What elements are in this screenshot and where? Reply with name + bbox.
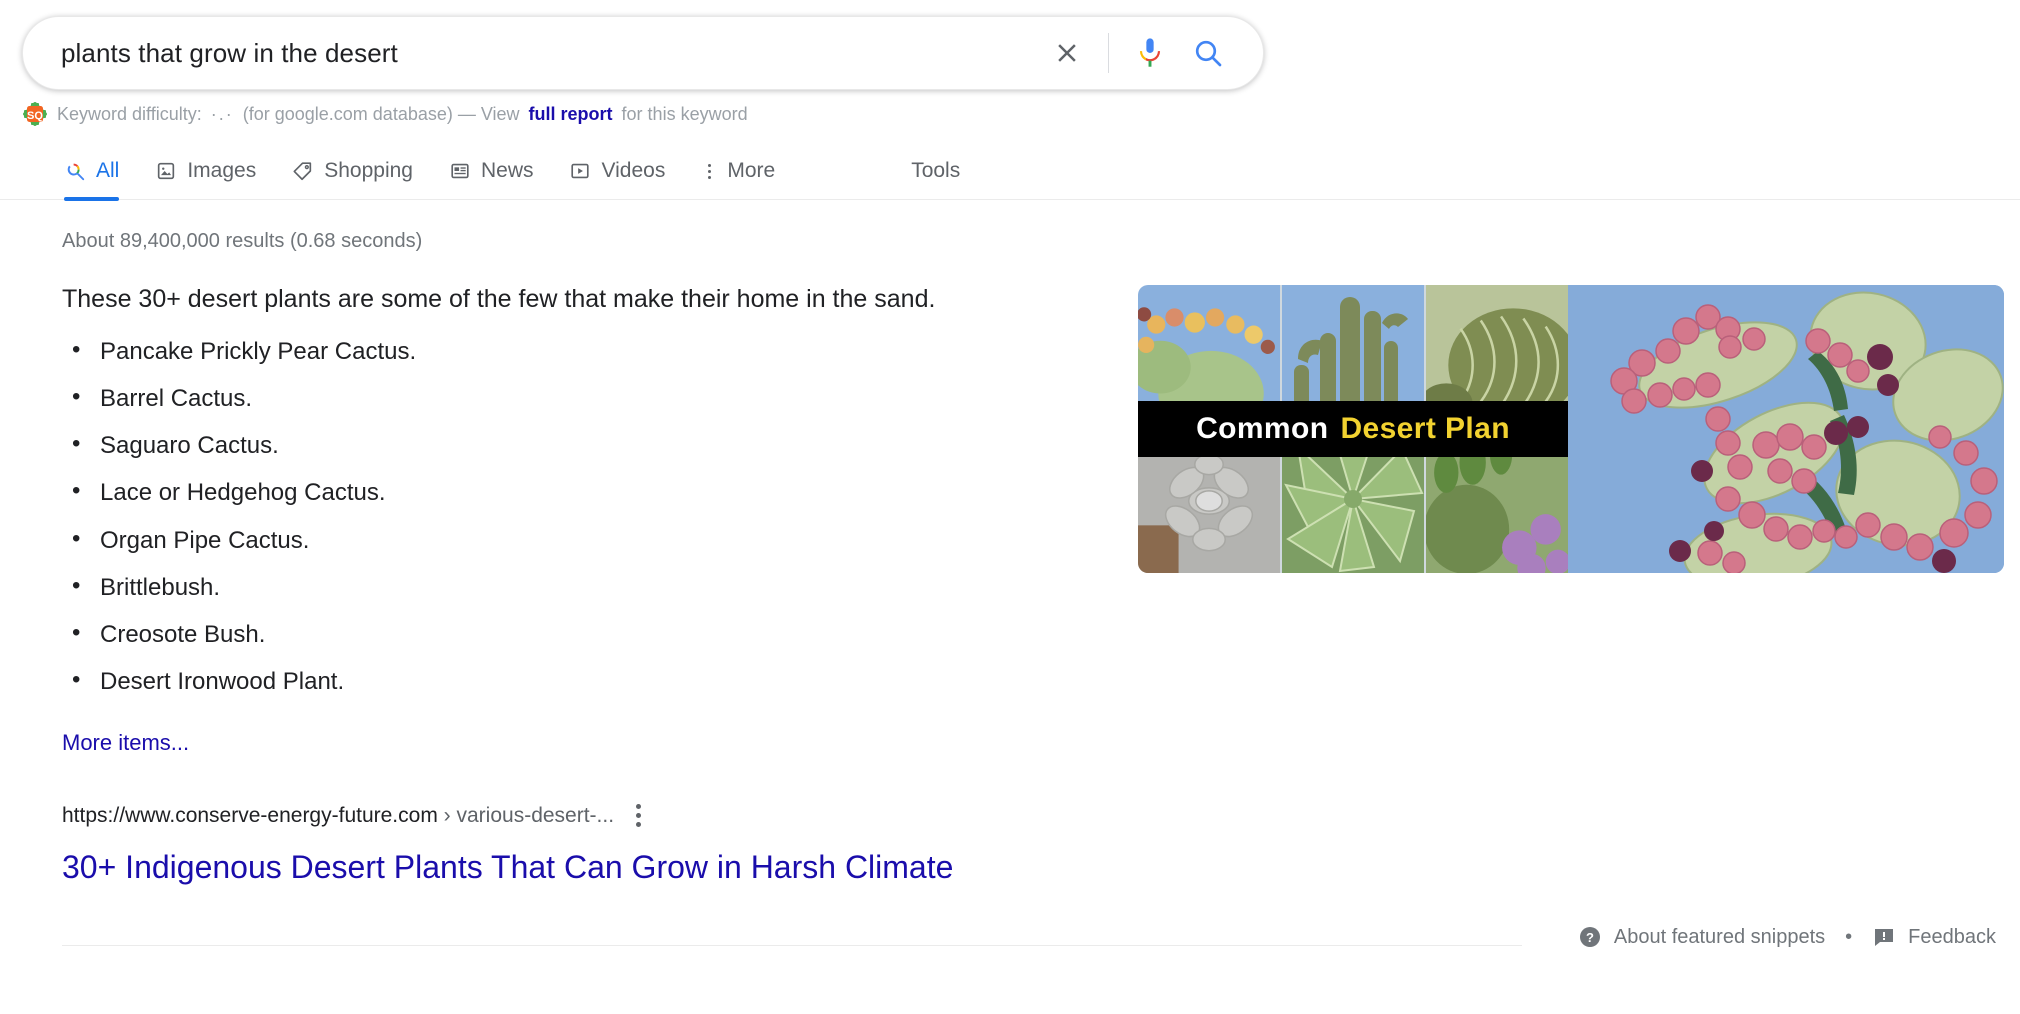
tab-more[interactable]: More — [683, 142, 793, 200]
result-url-path: › various-desert-... — [443, 803, 615, 827]
featured-snippet: These 30+ desert plants are some of the … — [62, 283, 1122, 756]
vertical-dots-icon — [701, 163, 717, 179]
tab-images[interactable]: Images — [137, 142, 274, 200]
more-items-link[interactable]: More items... — [62, 730, 189, 756]
seoquake-icon: SQ — [22, 101, 48, 127]
collage-banner: Common Desert Plan — [1138, 401, 1568, 457]
list-item: Lace or Hedgehog Cactus. — [72, 478, 1122, 505]
tab-all[interactable]: All — [60, 142, 137, 201]
tab-images-label: Images — [187, 159, 257, 182]
tab-videos-label: Videos — [601, 159, 666, 182]
tab-shopping-label: Shopping — [324, 159, 413, 182]
search-input[interactable] — [59, 36, 1038, 70]
snippet-footer: ? About featured snippets • Feedback — [1578, 925, 1996, 949]
video-play-icon — [569, 160, 591, 182]
tag-icon — [292, 160, 314, 182]
list-item: Saguaro Cactus. — [72, 431, 1122, 458]
snippet-divider — [62, 945, 1522, 946]
google-search-results-page: SQ Keyword difficulty: ·.· (for google.c… — [0, 0, 2020, 1014]
google-search-icon — [64, 160, 86, 182]
about-featured-snippets-button[interactable]: ? About featured snippets — [1578, 925, 1825, 949]
feedback-label: Feedback — [1908, 925, 1996, 948]
result-url-domain: https://www.conserve-energy-future.com — [62, 803, 438, 827]
search-bar-divider — [1108, 33, 1109, 73]
list-item: Pancake Prickly Pear Cactus. — [72, 337, 1122, 364]
tools-button[interactable]: Tools — [893, 142, 978, 200]
svg-text:SQ: SQ — [27, 110, 43, 122]
feedback-button[interactable]: Feedback — [1872, 925, 1996, 949]
collage-grid: Common Desert Plan — [1138, 285, 1568, 573]
full-report-link[interactable]: full report — [529, 104, 613, 125]
tab-all-label: All — [96, 159, 120, 182]
footer-separator: • — [1845, 925, 1853, 948]
newspaper-icon — [449, 160, 471, 182]
keyword-difficulty-suffix: for this keyword — [621, 103, 748, 124]
collage-banner-word-2: Desert Plan — [1340, 412, 1510, 445]
tab-news-label: News — [480, 159, 534, 182]
organic-result: https://www.conserve-energy-future.com ›… — [62, 800, 1262, 887]
result-url: https://www.conserve-energy-future.com ›… — [62, 804, 614, 828]
search-type-nav: All Images Shopping News Videos More Too… — [0, 142, 2020, 201]
svg-text:?: ? — [1586, 930, 1594, 945]
tab-videos[interactable]: Videos — [551, 142, 683, 200]
search-bar-container — [22, 16, 1264, 90]
list-item: Brittlebush. — [72, 573, 1122, 600]
clear-search-button[interactable] — [1038, 24, 1096, 82]
seoquake-keyword-difficulty-bar: SQ Keyword difficulty: ·.· (for google.c… — [22, 101, 748, 127]
tab-more-label: More — [727, 159, 776, 182]
featured-snippet-image[interactable]: Common Desert Plan — [1138, 285, 2004, 573]
image-icon — [155, 160, 177, 182]
list-item: Desert Ironwood Plant. — [72, 667, 1122, 694]
about-featured-snippets-label: About featured snippets — [1613, 925, 1826, 948]
microphone-icon — [1139, 38, 1161, 67]
search-icon — [1195, 40, 1222, 67]
result-stats: About 89,400,000 results (0.68 seconds) — [62, 230, 423, 252]
list-item: Barrel Cactus. — [72, 384, 1122, 411]
help-circle-icon: ? — [1579, 927, 1600, 947]
list-item: Organ Pipe Cactus. — [72, 525, 1122, 552]
keyword-difficulty-label: Keyword difficulty: — [57, 103, 202, 124]
snippet-list: Pancake Prickly Pear Cactus. Barrel Cact… — [62, 337, 1122, 695]
collage-banner-word-1: Common — [1196, 412, 1329, 445]
keyword-difficulty-value: ·.· — [210, 103, 234, 124]
result-title-link[interactable]: 30+ Indigenous Desert Plants That Can Gr… — [62, 847, 953, 887]
feedback-icon — [1875, 929, 1894, 946]
search-bar[interactable] — [22, 16, 1264, 90]
search-submit-button[interactable] — [1179, 24, 1237, 82]
close-icon — [1058, 44, 1076, 62]
more-options-icon[interactable] — [630, 800, 647, 831]
voice-search-button[interactable] — [1121, 24, 1179, 82]
snippet-lead-text: These 30+ desert plants are some of the … — [62, 285, 936, 313]
result-url-row: https://www.conserve-energy-future.com ›… — [62, 800, 1262, 831]
list-item: Creosote Bush. — [72, 620, 1122, 647]
tab-news[interactable]: News — [431, 142, 552, 200]
keyword-difficulty-database-note: (for google.com database) — View — [242, 103, 520, 124]
search-bar-icons — [1038, 24, 1237, 82]
tab-shopping[interactable]: Shopping — [274, 142, 431, 200]
collage-cell-prickly-pear-fruit — [1568, 285, 2004, 573]
search-type-nav-inner: All Images Shopping News Videos More Too… — [0, 142, 2020, 201]
tools-label: Tools — [911, 159, 961, 182]
